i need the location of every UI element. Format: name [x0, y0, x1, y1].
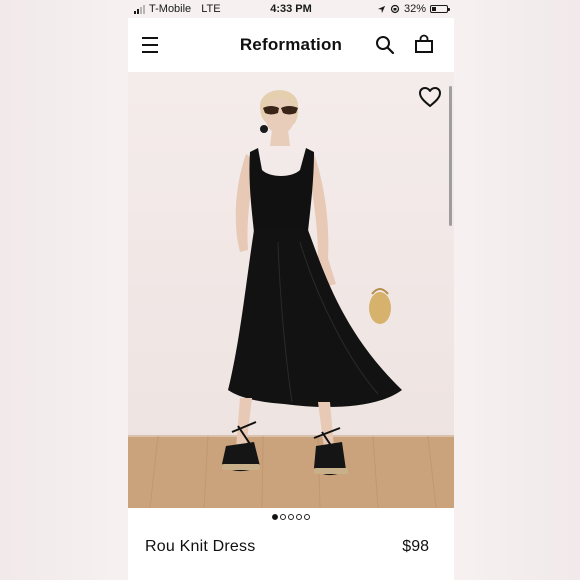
pagination-dot[interactable] — [304, 514, 310, 520]
pagination-dot[interactable] — [296, 514, 302, 520]
product-info: Rou Knit Dress $98 — [128, 530, 454, 580]
pagination-dot[interactable] — [280, 514, 286, 520]
status-bar: T-Mobile LTE 4:33 PM 32% — [128, 0, 454, 18]
battery-percent: 32% — [403, 3, 426, 15]
product-price: $98 — [402, 538, 429, 555]
heart-icon — [419, 87, 441, 107]
phone-screen: Reformation Rou Knit Dress $98 — [128, 18, 454, 580]
wishlist-button[interactable] — [418, 86, 442, 108]
search-button[interactable] — [375, 35, 395, 55]
scrollbar[interactable] — [449, 86, 452, 226]
pagination-dot[interactable] — [288, 514, 294, 520]
battery-icon — [430, 5, 450, 13]
orientation-lock-icon — [390, 4, 400, 14]
location-arrow-icon — [377, 5, 386, 13]
pagination-dot[interactable] — [272, 514, 278, 520]
battery-level — [432, 7, 436, 11]
shopping-bag-icon — [415, 34, 433, 53]
nav-bar: Reformation — [128, 18, 454, 72]
bag-button[interactable] — [414, 34, 434, 54]
image-pagination — [128, 514, 454, 524]
brand-logo[interactable]: Reformation — [128, 35, 454, 55]
product-name: Rou Knit Dress — [145, 538, 256, 555]
model-photo — [128, 90, 454, 508]
app-frame: T-Mobile LTE 4:33 PM 32% Reformation Rou… — [0, 0, 580, 580]
product-image[interactable] — [128, 72, 454, 508]
status-right: 32% — [377, 3, 450, 15]
search-icon — [376, 36, 395, 55]
